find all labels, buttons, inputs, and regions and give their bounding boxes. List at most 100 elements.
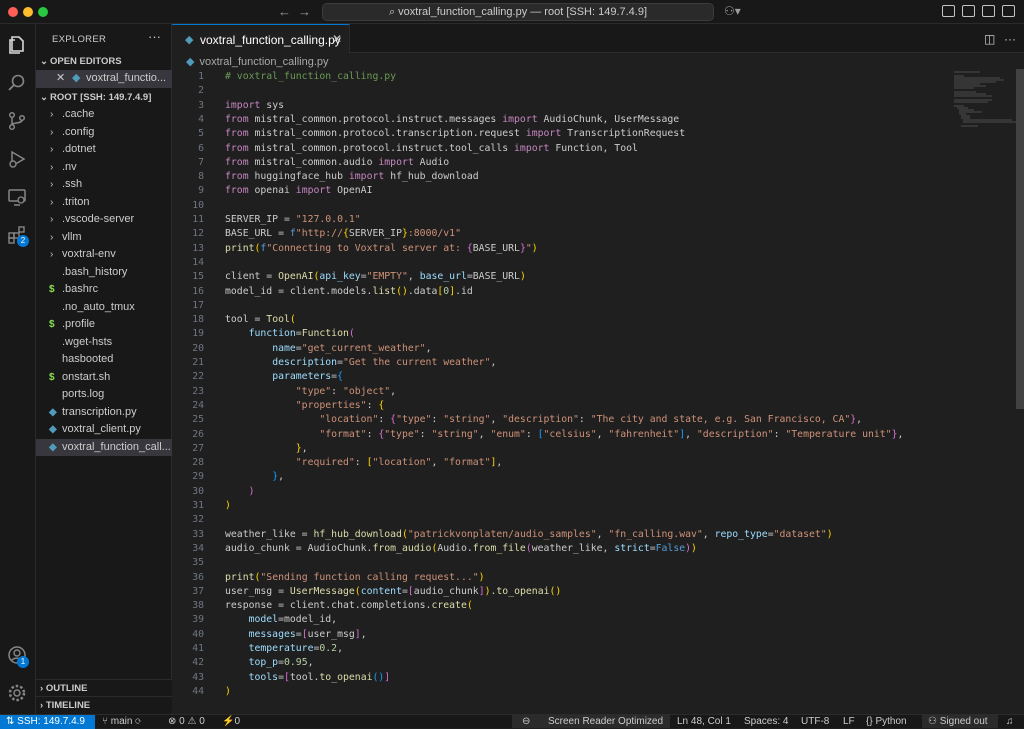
language-mode[interactable]: {} Python	[866, 715, 907, 728]
file-item[interactable]: hasbooted	[36, 351, 172, 369]
notifications-icon[interactable]: ♫	[1006, 715, 1014, 728]
code-line[interactable]: 2	[172, 84, 972, 98]
settings-gear-icon[interactable]	[6, 682, 28, 704]
outline-section[interactable]: › OUTLINE	[36, 679, 172, 696]
code-line[interactable]: 27 },	[172, 442, 972, 456]
folder-item[interactable]: › .config	[36, 124, 172, 142]
folder-item[interactable]: › .vscode-server	[36, 211, 172, 229]
code-line[interactable]: 26 "format": {"type": "string", "enum": …	[172, 428, 972, 442]
tab-voxtral-function-calling[interactable]: ◆ voxtral_function_calling.py ✕	[172, 24, 350, 53]
run-and-debug-icon[interactable]	[6, 148, 28, 170]
file-item[interactable]: ports.log	[36, 386, 172, 404]
file-item[interactable]: ◆ voxtral_function_call...	[36, 438, 172, 456]
code-line[interactable]: 34 audio_chunk = AudioChunk.from_audio(Au…	[172, 542, 972, 556]
file-item[interactable]: ◆ transcription.py	[36, 404, 172, 422]
code-line[interactable]: 19 function=Function(	[172, 327, 972, 341]
minimap[interactable]	[952, 70, 1018, 130]
code-line[interactable]: 43 tools=[tool.to_openai()]	[172, 671, 972, 685]
code-line[interactable]: 6 from mistral_common.protocol.instruct.t…	[172, 142, 972, 156]
code-line[interactable]: 37 user_msg = UserMessage(content=[audio_…	[172, 585, 972, 599]
command-center[interactable]: ⌕ voxtral_function_calling.py — root [SS…	[322, 3, 714, 21]
code-line[interactable]: 1 # voxtral_function_calling.py	[172, 70, 972, 84]
code-line[interactable]: 33 weather_like = hf_hub_download("patric…	[172, 528, 972, 542]
code-line[interactable]: 24 "properties": {	[172, 399, 972, 413]
code-line[interactable]: 17	[172, 299, 972, 313]
back-arrow-icon[interactable]: ←	[278, 4, 291, 19]
source-control-icon[interactable]	[6, 110, 28, 132]
code-line[interactable]: 29 },	[172, 470, 972, 484]
code-line[interactable]: 31)	[172, 499, 972, 513]
code-line[interactable]: 18 tool = Tool(	[172, 313, 972, 327]
code-line[interactable]: 30 )	[172, 485, 972, 499]
code-line[interactable]: 15 client = OpenAI(api_key="EMPTY", base_…	[172, 270, 972, 284]
close-tab-icon[interactable]: ✕	[332, 32, 342, 46]
open-editors-section[interactable]: ⌄ OPEN EDITORS	[36, 54, 172, 70]
open-editor-item[interactable]: ✕ ◆ voxtral_functio...	[36, 70, 172, 88]
code-line[interactable]: 44)	[172, 685, 972, 699]
folder-item[interactable]: › .nv	[36, 159, 172, 177]
toggle-sidebar-icon[interactable]	[942, 5, 955, 17]
folder-item[interactable]: › .ssh	[36, 176, 172, 194]
search-icon[interactable]	[6, 72, 28, 94]
timeline-section[interactable]: › TIMELINE	[36, 696, 172, 713]
file-item[interactable]: .no_auto_tmux	[36, 299, 172, 317]
file-item[interactable]: $ .bashrc	[36, 281, 172, 299]
ports-indicator[interactable]: ⚡0	[222, 715, 240, 728]
code-line[interactable]: 42 top_p=0.95,	[172, 656, 972, 670]
code-line[interactable]: 22 parameters={	[172, 370, 972, 384]
breadcrumb[interactable]: ◆ voxtral_function_calling.py	[186, 55, 329, 68]
toggle-secondary-sidebar-icon[interactable]	[982, 5, 995, 17]
code-line[interactable]: 13 print(f"Connecting to Voxtral server a…	[172, 242, 972, 256]
code-line[interactable]: 35	[172, 556, 972, 570]
end-of-line[interactable]: LF	[843, 715, 855, 728]
code-line[interactable]: 3 import sys	[172, 99, 972, 113]
forward-arrow-icon[interactable]: →	[298, 4, 311, 19]
code-line[interactable]: 10	[172, 199, 972, 213]
cursor-position[interactable]: Ln 48, Col 1	[677, 715, 731, 728]
folder-item[interactable]: › voxtral-env	[36, 246, 172, 264]
customize-layout-icon[interactable]	[1002, 5, 1015, 17]
more-actions-icon[interactable]: ···	[1004, 32, 1016, 46]
folder-item[interactable]: › vllm	[36, 229, 172, 247]
close-icon[interactable]: ✕	[56, 70, 65, 88]
file-item[interactable]: .bash_history	[36, 264, 172, 282]
code-line[interactable]: 38 response = client.chat.completions.cre…	[172, 599, 972, 613]
split-editor-icon[interactable]: ◫	[984, 32, 995, 46]
code-line[interactable]: 12 BASE_URL = f"http://{SERVER_IP}:8000/v…	[172, 227, 972, 241]
copilot-icon[interactable]: ⚇▾	[724, 4, 741, 18]
remote-explorer-icon[interactable]	[6, 186, 28, 208]
code-line[interactable]: 9 from openai import OpenAI	[172, 184, 972, 198]
account-status[interactable]: ⚇ Signed out	[928, 715, 988, 728]
code-line[interactable]: 20 name="get_current_weather",	[172, 342, 972, 356]
code-line[interactable]: 4 from mistral_common.protocol.instruct.m…	[172, 113, 972, 127]
code-line[interactable]: 39 model=model_id,	[172, 613, 972, 627]
code-line[interactable]: 36 print("Sending function calling reques…	[172, 571, 972, 585]
file-item[interactable]: .wget-hsts	[36, 334, 172, 352]
code-line[interactable]: 23 "type": "object",	[172, 385, 972, 399]
scrollbar[interactable]	[1016, 69, 1024, 409]
remote-indicator[interactable]: ⇅ SSH: 149.7.4.9	[0, 715, 95, 729]
code-line[interactable]: 25 "location": {"type": "string", "descr…	[172, 413, 972, 427]
code-line[interactable]: 7 from mistral_common.audio import Audio	[172, 156, 972, 170]
branch-indicator[interactable]: ⑂ main ⟳	[102, 715, 141, 728]
indentation[interactable]: Spaces: 4	[744, 715, 788, 728]
folder-item[interactable]: › .dotnet	[36, 141, 172, 159]
file-item[interactable]: $ .profile	[36, 316, 172, 334]
code-line[interactable]: 32	[172, 513, 972, 527]
screen-reader-mode[interactable]: Screen Reader Optimized	[548, 715, 663, 728]
code-line[interactable]: 28 "required": ["location", "format"],	[172, 456, 972, 470]
explorer-icon[interactable]	[6, 34, 28, 56]
code-line[interactable]: 14	[172, 256, 972, 270]
maximize-window-button[interactable]	[38, 7, 48, 17]
folder-item[interactable]: › .cache	[36, 106, 172, 124]
code-line[interactable]: 11 SERVER_IP = "127.0.0.1"	[172, 213, 972, 227]
minimize-window-button[interactable]	[23, 7, 33, 17]
code-line[interactable]: 16 model_id = client.models.list().data[0…	[172, 285, 972, 299]
code-line[interactable]: 8 from huggingface_hub import hf_hub_down…	[172, 170, 972, 184]
more-actions-icon[interactable]: ···	[148, 29, 161, 44]
encoding[interactable]: UTF-8	[801, 715, 829, 728]
toggle-panel-icon[interactable]	[962, 5, 975, 17]
folder-item[interactable]: › .triton	[36, 194, 172, 212]
code-line[interactable]: 21 description="Get the current weather"…	[172, 356, 972, 370]
file-item[interactable]: $ onstart.sh	[36, 369, 172, 387]
